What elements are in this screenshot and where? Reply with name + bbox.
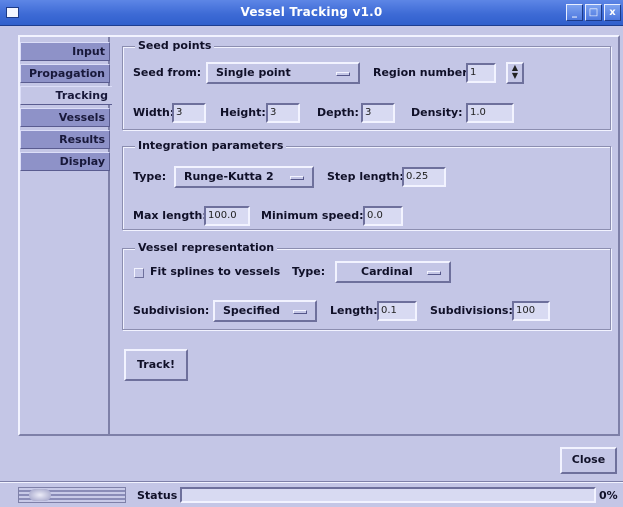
status-separator: [0, 481, 623, 483]
dropdown-indicator-icon: [427, 271, 441, 275]
maximize-button[interactable]: □: [585, 4, 602, 21]
length-field[interactable]: 0.1: [377, 301, 417, 321]
close-button[interactable]: Close: [560, 447, 617, 474]
max-length-field[interactable]: 100.0: [204, 206, 250, 226]
tab-vessels[interactable]: Vessels: [20, 108, 110, 127]
tab-results[interactable]: Results: [20, 130, 110, 149]
vessel-representation-legend: Vessel representation: [135, 241, 278, 254]
status-progress-bar: [180, 487, 596, 503]
height-field[interactable]: 3: [266, 103, 300, 123]
tab-tracking[interactable]: Tracking: [20, 86, 112, 105]
subdivision-dropdown[interactable]: Specified: [213, 300, 317, 322]
dropdown-indicator-icon: [290, 176, 304, 180]
integration-type-value: Runge-Kutta 2: [184, 170, 274, 183]
width-field[interactable]: 3: [172, 103, 206, 123]
tab-column: Input Propagation Tracking Vessels Resul…: [20, 37, 112, 434]
resize-grip[interactable]: [18, 487, 126, 503]
seed-points-legend: Seed points: [135, 39, 215, 52]
spline-type-label: Type:: [292, 265, 326, 278]
tab-display[interactable]: Display: [20, 152, 110, 171]
minimize-button[interactable]: _: [566, 4, 583, 21]
spin-down-icon[interactable]: ▼: [508, 72, 522, 80]
width-label: Width:: [133, 106, 175, 119]
fit-splines-label: Fit splines to vessels: [150, 265, 281, 278]
track-button[interactable]: Track!: [124, 349, 188, 381]
minimum-speed-field[interactable]: 0.0: [363, 206, 403, 226]
seed-from-dropdown[interactable]: Single point: [206, 62, 360, 84]
spline-type-value: Cardinal: [361, 265, 413, 278]
subdivision-label: Subdivision:: [133, 304, 210, 317]
depth-label: Depth:: [317, 106, 359, 119]
title-bar: Vessel Tracking v1.0 _ □ x: [0, 0, 623, 26]
max-length-label: Max length:: [133, 209, 207, 222]
type-label: Type:: [133, 170, 167, 183]
tab-input[interactable]: Input: [20, 42, 110, 61]
region-number-spinner[interactable]: ▲ ▼: [506, 62, 524, 84]
grip-icon: [29, 489, 51, 501]
step-length-label: Step length:: [327, 170, 404, 183]
density-label: Density:: [411, 106, 463, 119]
integration-type-dropdown[interactable]: Runge-Kutta 2: [174, 166, 314, 188]
subdivisions-label: Subdivisions:: [430, 304, 513, 317]
region-number-field[interactable]: 1: [466, 63, 496, 83]
progress-percent: 0%: [599, 489, 618, 502]
region-number-label: Region number:: [373, 66, 473, 79]
subdivisions-field[interactable]: 100: [512, 301, 550, 321]
seed-from-label: Seed from:: [133, 66, 202, 79]
length-label: Length:: [330, 304, 378, 317]
spline-type-dropdown[interactable]: Cardinal: [335, 261, 451, 283]
dropdown-indicator-icon: [293, 310, 307, 314]
status-label: Status: [137, 489, 178, 502]
depth-field[interactable]: 3: [361, 103, 395, 123]
minimum-speed-label: Minimum speed:: [261, 209, 364, 222]
density-field[interactable]: 1.0: [466, 103, 514, 123]
fit-splines-checkbox[interactable]: [134, 268, 144, 278]
step-length-field[interactable]: 0.25: [402, 167, 446, 187]
tab-propagation[interactable]: Propagation: [20, 64, 110, 83]
close-window-button[interactable]: x: [604, 4, 621, 21]
integration-parameters-legend: Integration parameters: [135, 139, 287, 152]
subdivision-value: Specified: [223, 304, 281, 317]
window-title: Vessel Tracking v1.0: [240, 5, 383, 19]
seed-from-value: Single point: [216, 66, 291, 79]
dropdown-indicator-icon: [336, 72, 350, 76]
height-label: Height:: [220, 106, 266, 119]
